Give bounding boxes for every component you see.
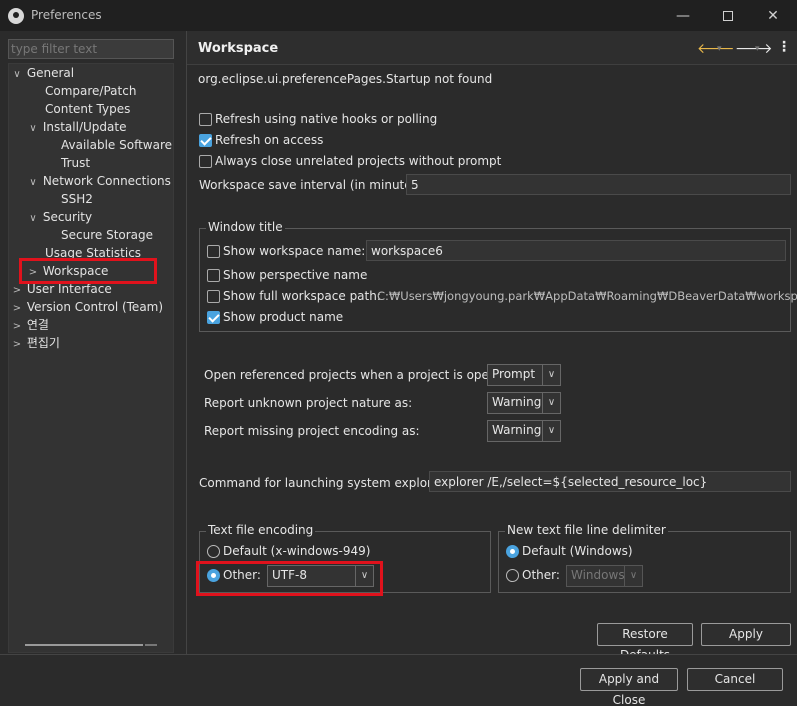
explorer-command-input[interactable] (429, 471, 791, 492)
tree-item-ssh2[interactable]: SSH2 (61, 190, 93, 208)
restore-defaults-button[interactable]: Restore Defaults (597, 623, 693, 662)
preference-tree[interactable]: ∨ General Compare/Patch Content Types ∨ … (8, 63, 174, 653)
forward-history-dropdown-icon[interactable]: ▾ (755, 44, 760, 54)
view-menu-icon[interactable]: ⋮ (777, 39, 791, 55)
save-interval-input[interactable] (406, 174, 791, 195)
chevron-down-icon[interactable]: ∨ (27, 174, 39, 192)
always-close-checkbox[interactable] (199, 155, 212, 168)
startup-not-found-message: org.eclipse.ui.preferencePages.Startup n… (198, 72, 493, 86)
chevron-down-icon[interactable]: ∨ (542, 393, 560, 413)
full-path-value: C:₩Users₩jongyoung.park₩AppData₩Roaming₩… (377, 289, 797, 303)
chevron-down-icon[interactable]: ∨ (27, 120, 39, 138)
unknown-nature-select[interactable]: Warning ∨ (487, 392, 561, 414)
title-bar: Preferences — ✕ (0, 0, 797, 31)
back-history-dropdown-icon[interactable]: ▾ (717, 44, 722, 54)
delimiter-default-radio[interactable] (506, 545, 519, 558)
maximize-button[interactable] (705, 0, 751, 31)
window-title: Preferences (31, 8, 102, 22)
filter-input[interactable] (8, 39, 174, 59)
refresh-native-checkbox[interactable] (199, 113, 212, 126)
show-workspace-name-label[interactable]: Show workspace name: (223, 244, 365, 258)
scrollbar-track-end (145, 644, 157, 646)
window-title-group-label: Window title (206, 220, 285, 234)
encoding-default-radio[interactable] (207, 545, 220, 558)
open-referenced-label: Open referenced projects when a project … (204, 368, 516, 382)
show-full-path-checkbox[interactable] (207, 290, 220, 303)
show-full-path-label[interactable]: Show full workspace path: (223, 289, 381, 303)
app-logo-icon (8, 8, 24, 24)
chevron-down-icon[interactable]: ∨ (27, 210, 39, 228)
show-perspective-name-label[interactable]: Show perspective name (223, 268, 367, 282)
tree-item-compare-patch[interactable]: Compare/Patch (45, 82, 136, 100)
forward-arrow-icon[interactable]: 🡒 (735, 40, 773, 57)
show-product-name-checkbox[interactable] (207, 311, 220, 324)
horizontal-scrollbar[interactable] (25, 644, 143, 646)
line-delimiter-group: New text file line delimiter Default (Wi… (498, 523, 791, 593)
tree-item-trust[interactable]: Trust (61, 154, 90, 172)
delimiter-default-label[interactable]: Default (Windows) (522, 544, 633, 558)
refresh-native-label[interactable]: Refresh using native hooks or polling (215, 112, 437, 126)
tree-item-install-update[interactable]: ∨ Install/Update (27, 118, 126, 136)
page-title: Workspace (198, 41, 279, 56)
delimiter-other-label[interactable]: Other: (522, 568, 560, 582)
refresh-on-access-checkbox[interactable] (199, 134, 212, 147)
save-interval-label: Workspace save interval (in minutes): (199, 178, 427, 192)
show-product-name-label[interactable]: Show product name (223, 310, 343, 324)
preference-tree-panel: ∨ General Compare/Patch Content Types ∨ … (0, 31, 184, 654)
minimize-button[interactable]: — (660, 0, 706, 31)
chevron-down-icon[interactable]: ∨ (11, 66, 23, 84)
window-title-group: Window title Show workspace name: Show p… (199, 220, 797, 332)
close-button[interactable]: ✕ (750, 0, 796, 31)
delimiter-other-radio[interactable] (506, 569, 519, 582)
refresh-on-access-label[interactable]: Refresh on access (215, 133, 323, 147)
tree-item-security[interactable]: ∨ Security (27, 208, 92, 226)
tree-item-content-types[interactable]: Content Types (45, 100, 130, 118)
explorer-command-label: Command for launching system explorer: (199, 476, 448, 490)
open-referenced-select[interactable]: Prompt ∨ (487, 364, 561, 386)
highlight-box-encoding-other (196, 561, 383, 596)
apply-and-close-button[interactable]: Apply and Close (580, 668, 678, 706)
show-perspective-name-checkbox[interactable] (207, 269, 220, 282)
chevron-down-icon[interactable]: ∨ (542, 421, 560, 441)
missing-encoding-label: Report missing project encoding as: (204, 424, 420, 438)
maximize-icon (723, 10, 733, 21)
encoding-default-label[interactable]: Default (x-windows-949) (223, 544, 370, 558)
line-delimiter-group-label: New text file line delimiter (505, 523, 668, 537)
workspace-name-input[interactable] (366, 240, 786, 261)
back-arrow-icon[interactable]: 🡐 (697, 40, 735, 57)
highlight-box-workspace (19, 258, 157, 284)
tree-item-version-control[interactable]: > Version Control (Team) (11, 298, 163, 316)
chevron-right-icon[interactable]: > (11, 336, 23, 354)
tree-item-general[interactable]: ∨ General (11, 64, 74, 82)
dialog-footer: Apply and Close Cancel (0, 654, 797, 706)
missing-encoding-select[interactable]: Warning ∨ (487, 420, 561, 442)
tree-item-secure-storage[interactable]: Secure Storage (61, 226, 153, 244)
tree-item-connection-ko[interactable]: > 연결 (11, 316, 49, 334)
unknown-nature-label: Report unknown project nature as: (204, 396, 413, 410)
apply-button[interactable]: Apply (701, 623, 791, 646)
tree-item-available-software[interactable]: Available Software Si (61, 136, 173, 154)
tree-item-network-connections[interactable]: ∨ Network Connections (27, 172, 171, 190)
delimiter-other-select[interactable]: Windows ∨ (566, 565, 643, 587)
tree-item-editor-ko[interactable]: > 편집기 (11, 334, 60, 352)
page-header: Workspace 🡐 ▾ 🡒 ▾ ⋮ (187, 31, 797, 65)
text-encoding-group-label: Text file encoding (206, 523, 316, 537)
show-workspace-name-checkbox[interactable] (207, 245, 220, 258)
chevron-down-icon[interactable]: ∨ (624, 566, 642, 586)
always-close-label[interactable]: Always close unrelated projects without … (215, 154, 501, 168)
cancel-button[interactable]: Cancel (687, 668, 783, 691)
chevron-down-icon[interactable]: ∨ (542, 365, 560, 385)
